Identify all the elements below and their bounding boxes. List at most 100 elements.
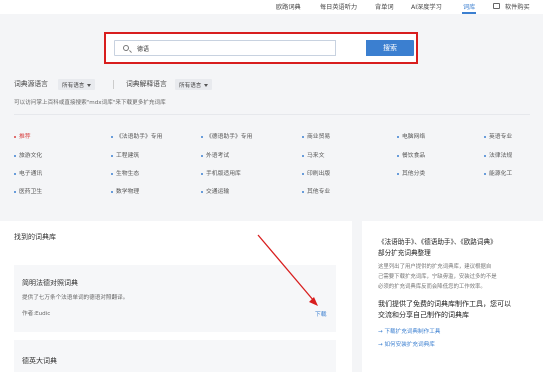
category-15[interactable]: 印刷出版 [302,168,330,177]
bullet-icon [397,172,399,175]
source-language-label: 词典源语言 [14,80,48,88]
category-14[interactable]: 手机版适用库 [201,168,241,177]
info-title: 《法语助手》、《德语助手》、《欧路词典》 [378,238,497,246]
source-language-value: 所有语言 [62,83,85,89]
category-label: 手机版适用库 [206,171,241,177]
bullet-icon [111,135,113,138]
tool-download-link[interactable]: → 下载扩充词典制作工具 [378,327,440,335]
bullet-icon [484,172,486,175]
nav-vocab[interactable]: 背单词 [375,2,394,11]
bullet-icon [111,172,113,175]
bullet-icon [201,172,203,175]
category-label: 印刷出版 [307,171,331,177]
category-10[interactable]: 餐饮食品 [397,150,425,159]
category-13[interactable]: 生物生态 [111,168,139,177]
install-howto-link[interactable]: → 如何安装扩充词典库 [378,340,435,348]
category-label: 商业贸易 [307,134,331,140]
bullet-icon [14,172,16,175]
search-icon [123,45,129,51]
category-17[interactable]: 能源化工 [484,168,512,177]
category-2[interactable]: 《德语助手》专用 [201,131,252,140]
separator [14,114,530,115]
category-6[interactable]: 旅游文化 [14,150,42,159]
bullet-icon [397,135,399,138]
category-18[interactable]: 医药卫生 [14,186,42,195]
category-label: 其他专业 [307,189,331,195]
chevron-down-icon [87,84,92,87]
bullet-icon [302,135,304,138]
category-16[interactable]: 其他分类 [397,168,425,177]
category-label: 能源化工 [489,171,513,177]
result-name[interactable]: 简明法德对照词典 [22,278,78,288]
category-20[interactable]: 交通运输 [201,186,229,195]
bullet-icon [484,135,486,138]
source-language-select[interactable]: 所有语言 [58,79,96,90]
cart-icon[interactable] [493,3,500,9]
category-label: 《法语助手》专用 [116,134,163,140]
search-query: 德语 [137,46,150,53]
bullet-icon [302,190,304,193]
info-tools-text: 我们提供了免费的词典库制作工具，您可以 [378,300,511,308]
category-label: 马来文 [307,153,325,159]
search-input[interactable]: 德语 [114,40,336,56]
bullet-icon [111,154,113,157]
result-author: 作者:Eudic [22,311,51,317]
download-link[interactable]: 下载 [315,309,327,318]
category-label: 餐饮食品 [402,153,426,159]
chevron-down-icon [204,84,209,87]
filter-divider [113,80,114,89]
category-label: 电子通讯 [19,171,43,177]
category-4[interactable]: 电脑网络 [397,131,425,140]
search-button[interactable]: 搜索 [366,40,414,56]
bullet-icon [484,154,486,157]
bullet-icon [201,190,203,193]
category-label: 英语专业 [489,134,513,140]
category-label: 外语考试 [206,153,230,159]
nav-ai-learning[interactable]: AI深度学习 [411,2,442,11]
category-19[interactable]: 数学物理 [111,186,139,195]
nav-active-underline [462,12,476,14]
category-label: 旅游文化 [19,153,43,159]
category-21[interactable]: 其他专业 [302,186,330,195]
info-subtitle: 部分扩充词典整理 [378,249,431,257]
category-3[interactable]: 商业贸易 [302,131,330,140]
info-text: 必须的扩充词典库反而会降低您的工作效率。 [378,284,486,290]
bullet-icon [14,154,16,157]
bullet-icon [111,190,113,193]
category-5[interactable]: 英语专业 [484,131,512,140]
target-language-value: 所有语言 [179,83,202,89]
nav-dict-library[interactable]: 词库 [463,2,475,11]
info-text: 己需要下载扩充词库，宁缺毋滥，安装过多的不是 [378,274,497,280]
category-12[interactable]: 电子通讯 [14,168,42,177]
nav-buy[interactable]: 软件购买 [505,2,530,11]
category-11[interactable]: 法律法规 [484,150,512,159]
top-navigation: 欧路词典 每日英语听力 背单词 AI深度学习 词库 软件购买 [0,0,543,14]
category-7[interactable]: 工程建筑 [111,150,139,159]
info-tools-text: 交流和分享自己制作的词典库 [378,311,469,319]
category-8[interactable]: 外语考试 [201,150,229,159]
info-text: 这里列出了用户提供的扩充词典库，建议根据自 [378,264,492,270]
category-9[interactable]: 马来文 [302,150,324,159]
target-language-label: 词典解释语言 [126,80,167,88]
category-label: 电脑网络 [402,134,426,140]
category-label: 工程建筑 [116,153,140,159]
result-card[interactable]: 德英大词典 [14,340,336,372]
bullet-icon [302,172,304,175]
category-label: 生物生态 [116,171,140,177]
nav-eudic[interactable]: 欧路词典 [276,2,301,11]
category-0[interactable]: 推荐 [14,131,31,140]
category-label: 交通运输 [206,189,230,195]
bullet-icon [14,190,16,193]
bullet-icon [14,135,16,138]
category-1[interactable]: 《法语助手》专用 [111,131,162,140]
bullet-icon [397,154,399,157]
category-label: 推荐 [19,134,31,140]
nav-daily-listening[interactable]: 每日英语听力 [320,2,357,11]
category-label: 数学物理 [116,189,140,195]
result-name[interactable]: 德英大词典 [22,356,57,366]
mdx-hint: 可以访问掌上百科或直接搜索"mdx词库"来下载更多扩充词库 [14,100,166,106]
category-label: 《德语助手》专用 [206,134,253,140]
target-language-select[interactable]: 所有语言 [175,79,213,90]
bullet-icon [201,154,203,157]
result-card[interactable]: 简明法德对照词典 提供了七万条个法语单词的德语对照翻译。 作者:Eudic 下载 [14,265,336,332]
